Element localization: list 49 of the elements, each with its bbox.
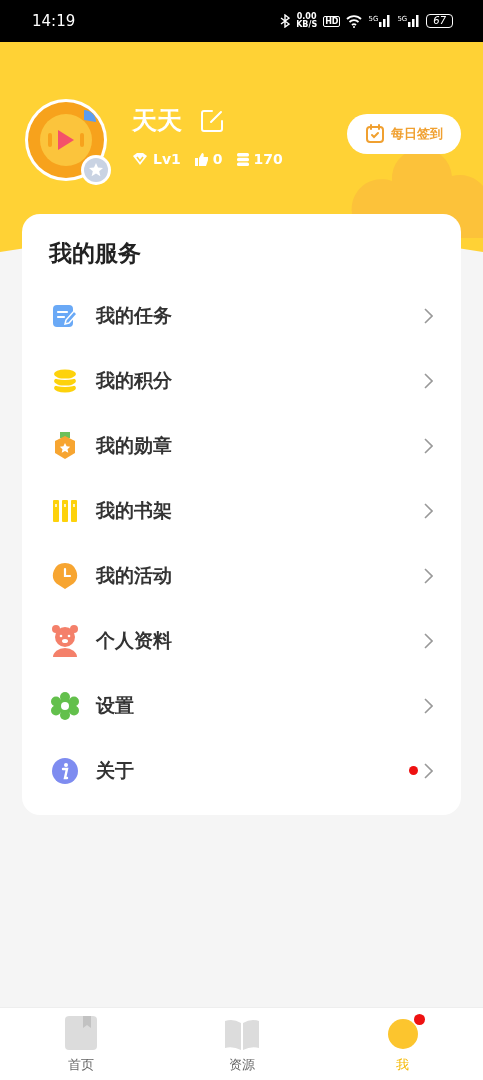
signal-icon: [379, 15, 392, 27]
open-book-icon: [223, 1018, 260, 1050]
bear-icon: [51, 624, 79, 657]
v-badge-icon: [132, 152, 148, 166]
medal-icon: [52, 431, 78, 460]
menu-item[interactable]: 个人资料: [22, 608, 461, 673]
bluetooth-icon: [280, 14, 291, 28]
menu-item[interactable]: 我的活动: [22, 543, 461, 608]
chevron-right-icon: [424, 697, 433, 714]
thumbs-up-icon: [194, 152, 208, 166]
book-icon: [64, 1016, 97, 1050]
bookshelf-icon: [52, 497, 78, 524]
like-count: 0: [212, 151, 223, 167]
signal-icon: [408, 15, 421, 27]
menu-item[interactable]: 关于: [22, 738, 461, 803]
user-name: 天天: [132, 105, 182, 137]
chevron-right-icon: [424, 632, 433, 649]
calendar-icon: [365, 124, 385, 144]
menu-item[interactable]: 我的积分: [22, 348, 461, 413]
coin-stack-icon: [236, 152, 249, 166]
info-icon: [52, 757, 78, 784]
chevron-right-icon: [424, 372, 433, 389]
user-circle-icon: [386, 1018, 419, 1050]
user-level: Lv1: [153, 151, 181, 167]
avatar-icon[interactable]: [24, 98, 112, 186]
chevron-right-icon: [424, 307, 433, 324]
chevron-right-icon: [424, 502, 433, 519]
wifi-icon: [346, 14, 363, 28]
menu-item[interactable]: 我的书架: [22, 478, 461, 543]
points-count: 170: [253, 151, 283, 167]
network-speed: 0.00: [296, 13, 317, 21]
note-pen-icon: [52, 302, 78, 329]
nav-tab[interactable]: 资源: [161, 1008, 322, 1080]
clock-pin-icon: [52, 561, 78, 590]
hd-indicator: HD: [323, 15, 341, 27]
chevron-right-icon: [424, 567, 433, 584]
chevron-right-icon: [424, 437, 433, 454]
menu-item[interactable]: 我的任务: [22, 283, 461, 348]
menu-item[interactable]: 设置: [22, 673, 461, 738]
battery-level: 67: [426, 14, 453, 28]
settings-icon: [51, 691, 79, 720]
coin-stack-icon: [52, 367, 78, 394]
speed-unit: KB/S: [296, 21, 318, 29]
section-title: 我的服务: [49, 239, 142, 268]
edit-icon[interactable]: [200, 108, 224, 133]
chevron-right-icon: [424, 762, 433, 779]
nav-tab[interactable]: 首页: [0, 1008, 161, 1080]
menu-item[interactable]: 我的勋章: [22, 413, 461, 478]
clock-time: 14:19: [32, 12, 77, 30]
